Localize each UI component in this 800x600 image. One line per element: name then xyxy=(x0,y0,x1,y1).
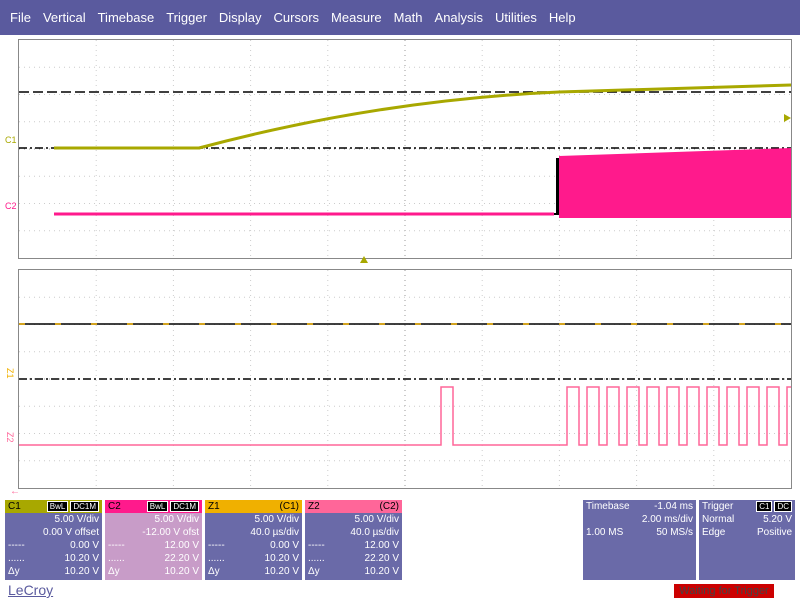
menu-item-display[interactable]: Display xyxy=(219,10,262,25)
channel-source: (C1) xyxy=(279,501,299,512)
z2-label[interactable]: Z2 xyxy=(5,432,15,443)
channel-row-value: 10.20 V xyxy=(264,553,299,564)
channel-row-label: Δy xyxy=(108,566,120,577)
channel-row-value: 10.20 V xyxy=(64,566,99,577)
channel-box-z1[interactable]: Z1 (C1) 5.00 V/div 40.0 µs/div ----- 0.00 V..… xyxy=(205,500,302,580)
channel-box-header: Z1 (C1) xyxy=(205,500,302,513)
top-grid-svg xyxy=(19,40,791,258)
channel-row-value: 0.00 V offset xyxy=(43,527,99,538)
channel-row-label: ...... xyxy=(108,553,125,564)
bottom-grid-svg xyxy=(19,270,791,488)
channel-row-label: ...... xyxy=(308,553,325,564)
channel-row-value: 22.20 V xyxy=(364,553,399,564)
timebase-samples: 1.00 MS xyxy=(586,527,624,538)
menu-item-math[interactable]: Math xyxy=(394,10,423,25)
z1-label[interactable]: Z1 xyxy=(5,368,15,379)
menu-item-utilities[interactable]: Utilities xyxy=(495,10,537,25)
trigger-coupling-tag: DC xyxy=(774,501,792,512)
channel-row-label: ...... xyxy=(8,553,25,564)
c1-label[interactable]: C1 xyxy=(5,135,17,145)
trigger-position-marker[interactable] xyxy=(360,256,368,263)
trigger-slope: Positive xyxy=(756,527,792,538)
channel-box-c2[interactable]: C2 BwL DC1M 5.00 V/div -12.00 V ofst ----- 12.… xyxy=(105,500,202,580)
channel-row-label: ----- xyxy=(308,540,325,551)
c2-transition-edge xyxy=(556,158,559,215)
channel-row-label: ----- xyxy=(108,540,125,551)
channel-row-label: Δy xyxy=(308,566,320,577)
trigger-label: Trigger xyxy=(702,501,734,512)
trigger-mode: Normal xyxy=(702,514,735,525)
timebase-rate: 50 MS/s xyxy=(656,527,693,538)
scroll-left-icon[interactable]: ← xyxy=(10,486,20,497)
channel-box-header: Z2 (C2) xyxy=(305,500,402,513)
channel-box-header: C2 BwL DC1M xyxy=(105,500,202,513)
channel-tag: DC1M xyxy=(170,501,199,512)
trigger-type: Edge xyxy=(702,527,726,538)
menu-bar: File Vertical Timebase Trigger Display Cursor… xyxy=(0,0,800,35)
channel-row-label: Δy xyxy=(208,566,220,577)
channel-row-label: ----- xyxy=(208,540,225,551)
channel-row-value: 10.20 V xyxy=(64,553,99,564)
channel-row-value: 22.20 V xyxy=(164,553,199,564)
bottom-zoom-grid[interactable] xyxy=(18,269,792,489)
timebase-label: Timebase xyxy=(586,501,630,512)
trigger-source-tag: C1 xyxy=(756,501,773,512)
channel-row-value: 5.00 V/div xyxy=(254,514,299,525)
channel-tag: BwL xyxy=(146,501,169,512)
channel-row-value: 12.00 V xyxy=(364,540,399,551)
channel-row-value: 0.00 V xyxy=(270,540,299,551)
c2-label[interactable]: C2 xyxy=(5,201,17,211)
menu-item-measure[interactable]: Measure xyxy=(331,10,382,25)
trigger-box[interactable]: Trigger C1 DC Normal 5.20 V Edge Positive xyxy=(699,500,795,580)
channel-title: C1 xyxy=(8,501,21,512)
channel-box-z2[interactable]: Z2 (C2) 5.00 V/div 40.0 µs/div ----- 12.00 V.… xyxy=(305,500,402,580)
channel-source: (C2) xyxy=(379,501,399,512)
channel-row-label: ----- xyxy=(8,540,25,551)
c2-trace-burst xyxy=(559,148,791,218)
brand-logo: LeCroy xyxy=(8,582,54,598)
channel-row-label: Δy xyxy=(8,566,20,577)
status-indicator: Waiting for Trigger xyxy=(674,584,774,598)
menu-item-trigger[interactable]: Trigger xyxy=(166,10,207,25)
channel-row-value: 12.00 V xyxy=(164,540,199,551)
channel-row-value: 40.0 µs/div xyxy=(250,527,299,538)
channel-row-value: 40.0 µs/div xyxy=(350,527,399,538)
menu-item-analysis[interactable]: Analysis xyxy=(435,10,483,25)
channel-row-value: 10.20 V xyxy=(364,566,399,577)
channel-row-value: 5.00 V/div xyxy=(154,514,199,525)
channel-title: C2 xyxy=(108,501,121,512)
channel-row-value: 0.00 V xyxy=(70,540,99,551)
channel-tag: BwL xyxy=(46,501,69,512)
timebase-offset: -1.04 ms xyxy=(654,501,693,512)
menu-item-cursors[interactable]: Cursors xyxy=(274,10,320,25)
channel-row-label: ...... xyxy=(208,553,225,564)
channel-title: Z2 xyxy=(308,501,320,512)
trigger-level: 5.20 V xyxy=(763,514,792,525)
trigger-level-marker[interactable] xyxy=(784,114,791,122)
channel-box-c1[interactable]: C1 BwL DC1M 5.00 V/div 0.00 V offset ----- 0.0… xyxy=(5,500,102,580)
channel-row-value: 10.20 V xyxy=(164,566,199,577)
channel-title: Z1 xyxy=(208,501,220,512)
timebase-box[interactable]: Timebase -1.04 ms 2.00 ms/div 1.00 MS 50 M… xyxy=(583,500,696,580)
channel-row-value: 5.00 V/div xyxy=(354,514,399,525)
channel-box-header: C1 BwL DC1M xyxy=(5,500,102,513)
top-waveform-grid[interactable] xyxy=(18,39,792,259)
menu-item-vertical[interactable]: Vertical xyxy=(43,10,86,25)
menu-item-file[interactable]: File xyxy=(10,10,31,25)
menu-item-help[interactable]: Help xyxy=(549,10,576,25)
timebase-div: 2.00 ms/div xyxy=(641,514,693,525)
menu-item-timebase[interactable]: Timebase xyxy=(98,10,155,25)
channel-row-value: -12.00 V ofst xyxy=(142,527,199,538)
channel-row-value: 5.00 V/div xyxy=(54,514,99,525)
channel-tag: DC1M xyxy=(70,501,99,512)
channel-row-value: 10.20 V xyxy=(264,566,299,577)
